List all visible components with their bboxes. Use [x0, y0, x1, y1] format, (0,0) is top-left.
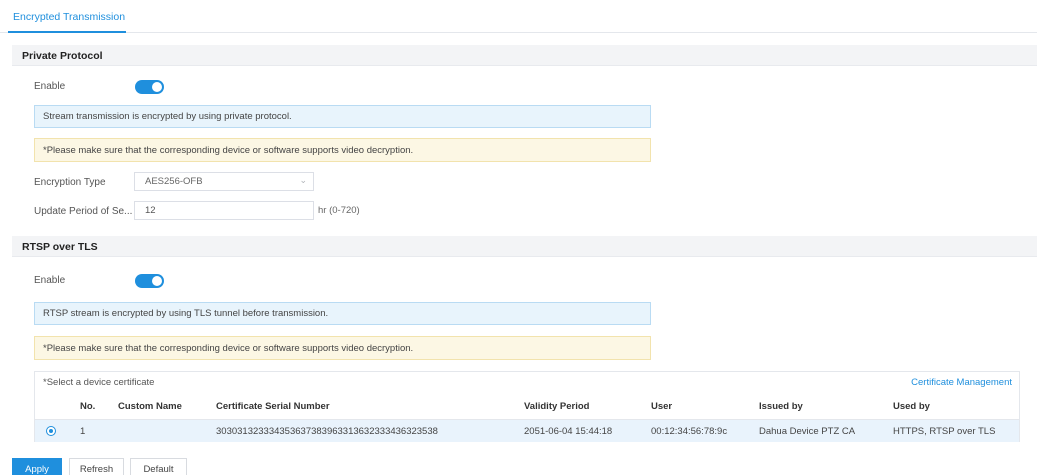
column-header-issued-by: Issued by — [759, 401, 803, 412]
column-header-used-by: Used by — [893, 401, 930, 412]
tab-encrypted-transmission[interactable]: Encrypted Transmission — [13, 11, 125, 23]
section-title-rtsp-over-tls: RTSP over TLS — [22, 241, 98, 253]
private-protocol-enable-toggle[interactable] — [135, 80, 164, 94]
column-header-serial-number: Certificate Serial Number — [216, 401, 330, 412]
certificate-management-link[interactable]: Certificate Management — [911, 377, 1012, 388]
radio-selected-dot — [49, 429, 53, 433]
encryption-type-value: AES256-OFB — [145, 176, 203, 187]
info-note-text: Stream transmission is encrypted by usin… — [43, 111, 292, 122]
tab-bar: Encrypted Transmission — [0, 0, 1037, 33]
rtsp-enable-toggle[interactable] — [135, 274, 164, 288]
cell-issued-by: Dahua Device PTZ CA — [759, 426, 856, 437]
info-note-text: RTSP stream is encrypted by using TLS tu… — [43, 308, 329, 319]
certificate-select-label: *Select a device certificate — [43, 377, 155, 388]
column-header-user: User — [651, 401, 673, 412]
refresh-button[interactable]: Refresh — [69, 458, 124, 475]
update-period-label: Update Period of Se... — [34, 206, 133, 217]
toggle-knob — [152, 276, 162, 286]
update-period-input[interactable] — [134, 201, 314, 220]
encryption-type-label: Encryption Type — [34, 177, 106, 188]
rtsp-info-note: RTSP stream is encrypted by using TLS tu… — [34, 302, 651, 325]
cell-validity-period: 2051-06-04 15:44:18 — [524, 426, 613, 437]
section-title-private-protocol: Private Protocol — [22, 50, 103, 62]
private-protocol-header: Private Protocol — [12, 45, 1037, 66]
rtsp-enable-label: Enable — [34, 275, 66, 286]
certificate-radio[interactable] — [46, 426, 56, 436]
rtsp-over-tls-header: RTSP over TLS — [12, 236, 1037, 257]
encryption-type-select[interactable]: AES256-OFB ⌄ — [134, 172, 314, 191]
chevron-down-icon: ⌄ — [299, 175, 307, 185]
warning-note-text: *Please make sure that the corresponding… — [43, 145, 414, 156]
certificate-panel: *Select a device certificate Certificate… — [34, 371, 1020, 442]
column-header-custom-name: Custom Name — [118, 401, 182, 412]
warning-note-text: *Please make sure that the corresponding… — [43, 343, 414, 354]
update-period-unit: hr (0-720) — [318, 205, 360, 216]
cell-no: 1 — [80, 426, 86, 437]
column-header-validity-period: Validity Period — [524, 401, 590, 412]
apply-button[interactable]: Apply — [12, 458, 62, 475]
cell-serial-number: 3030313233343536373839633136323334363235… — [216, 426, 438, 437]
rtsp-warning-note: *Please make sure that the corresponding… — [34, 336, 651, 360]
private-protocol-enable-label: Enable — [34, 81, 66, 92]
active-tab-indicator — [8, 31, 126, 33]
cell-user: 00:12:34:56:78:9c — [651, 426, 728, 437]
table-row[interactable]: 1 30303132333435363738396331363233343632… — [35, 419, 1019, 442]
toggle-knob — [152, 82, 162, 92]
cell-used-by: HTTPS, RTSP over TLS — [893, 426, 996, 437]
private-protocol-info-note: Stream transmission is encrypted by usin… — [34, 105, 651, 128]
column-header-no: No. — [80, 401, 96, 412]
private-protocol-warning-note: *Please make sure that the corresponding… — [34, 138, 651, 162]
default-button[interactable]: Default — [130, 458, 187, 475]
